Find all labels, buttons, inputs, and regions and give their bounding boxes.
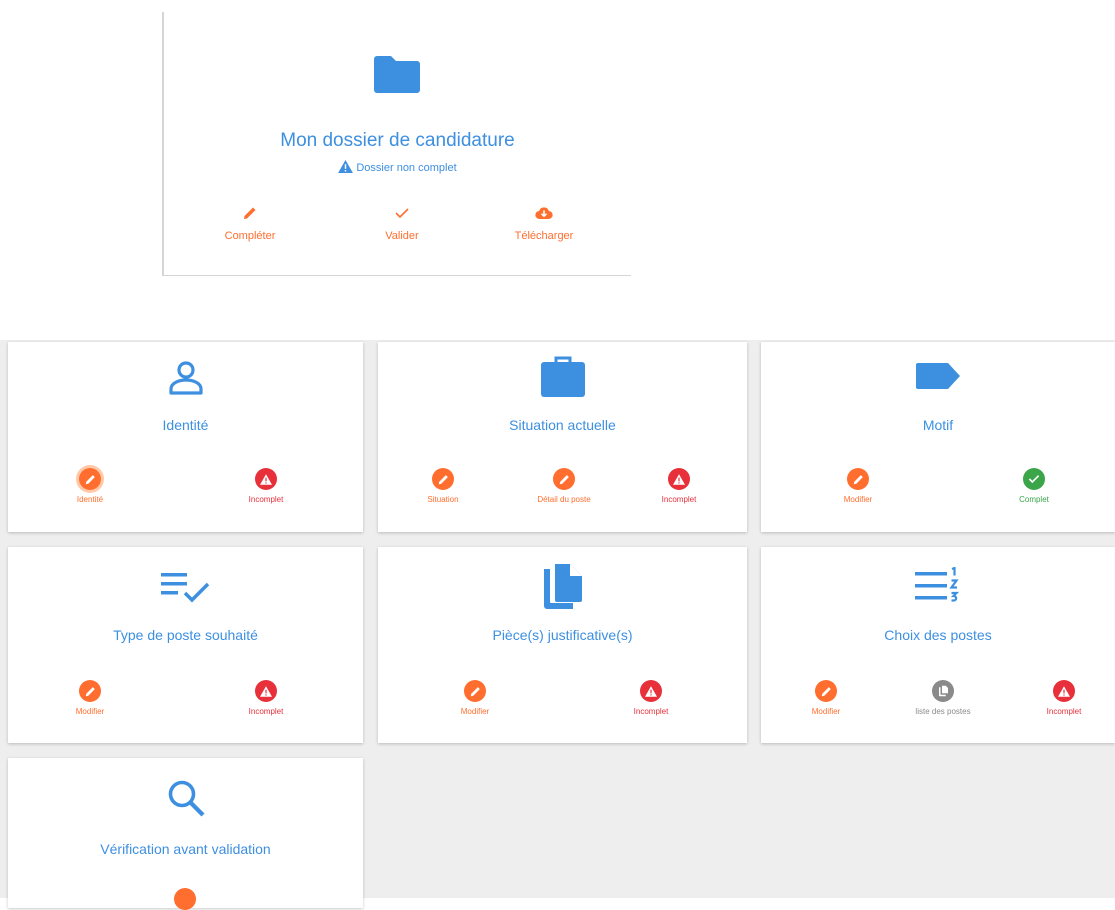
action-label: Modifier [843,495,873,504]
check-icon [395,208,409,219]
card-situation: Situation actuelle Situation Détail du p… [378,342,747,532]
motif-edit-button[interactable]: Modifier [813,468,903,504]
action-label: Incomplet [661,495,697,504]
action-label: liste des postes [915,707,971,716]
ordered-list-icon [915,567,960,602]
action-label: Complet [1019,495,1049,504]
dossier-card: Mon dossier de candidature Dossier non c… [162,12,631,276]
validate-dossier-label: Valider [385,230,419,242]
verification-button[interactable] [140,888,230,910]
search-icon [168,780,204,817]
action-label: Modifier [460,707,490,716]
download-dossier-label: Télécharger [514,230,574,242]
cloud-download-icon [535,207,553,220]
job-detail-edit-button[interactable]: Détail du poste [519,468,609,504]
identite-edit-button[interactable]: Identité [45,468,135,504]
card-title: Pièce(s) justificative(s) [492,627,633,643]
warning-icon [673,473,685,485]
copy-file-icon [543,564,582,609]
motif-status-button[interactable]: Complet [989,468,1079,504]
pencil-icon [85,474,95,484]
situation-edit-button[interactable]: Situation [398,468,488,504]
liste-postes-button[interactable]: liste des postes [898,680,988,716]
warning-icon [1058,685,1070,697]
download-dossier-button[interactable]: Télécharger [484,202,604,242]
validate-dossier-button[interactable]: Valider [342,202,462,242]
action-label: Incomplet [1046,707,1082,716]
pencil-icon [438,474,448,484]
pencil-icon [559,474,569,484]
action-label: Identité [76,495,104,504]
action-label: Détail du poste [537,495,591,504]
check-circle-icon [1028,475,1040,484]
action-label: Incomplet [248,707,284,716]
card-verification: Vérification avant validation [8,758,363,910]
folder-icon [374,56,420,93]
card-pieces: Pièce(s) justificative(s) Modifier Incom… [378,547,747,743]
action-label: Modifier [811,707,841,716]
card-title: Identité [162,417,209,433]
action-label: Incomplet [633,707,669,716]
dossier-status: Dossier non complet [164,160,631,174]
warning-icon [260,685,272,697]
warning-icon [338,160,354,173]
playlist-check-icon [160,573,209,603]
card-motif: Motif Modifier Complet [761,342,1115,532]
pencil-icon [853,474,863,484]
pencil-icon [244,207,256,219]
type-poste-edit-button[interactable]: Modifier [45,680,135,716]
action-label: Modifier [75,707,105,716]
card-title: Type de poste souhaité [113,627,258,643]
pencil-icon [85,686,95,696]
warning-icon [645,685,657,697]
card-title: Choix des postes [884,627,992,643]
pieces-edit-button[interactable]: Modifier [430,680,520,716]
briefcase-icon [540,356,585,397]
card-title: Situation actuelle [509,417,616,433]
pencil-icon [470,686,480,696]
action-label: Situation [427,495,459,504]
warning-icon [260,473,272,485]
situation-status-button[interactable]: Incomplet [634,468,724,504]
dossier-title: Mon dossier de candidature [280,130,515,151]
card-title: Vérification avant validation [100,841,271,857]
dossier-status-text: Dossier non complet [356,162,457,174]
card-title: Motif [922,417,954,433]
card-type-poste: Type de poste souhaité Modifier Incomple… [8,547,363,743]
card-identite: Identité Identité Incomplet [8,342,363,532]
person-icon [168,361,203,395]
pieces-status-button[interactable]: Incomplet [606,680,696,716]
identite-status-button[interactable]: Incomplet [221,468,311,504]
action-label: Incomplet [248,495,284,504]
pencil-icon [821,686,831,696]
type-poste-status-button[interactable]: Incomplet [221,680,311,716]
complete-dossier-label: Compléter [224,230,276,242]
label-icon [916,363,960,389]
copy-icon [938,685,948,697]
complete-dossier-button[interactable]: Compléter [190,202,310,242]
card-choix-postes: Choix des postes Modifier liste des post… [761,547,1115,743]
choix-edit-button[interactable]: Modifier [781,680,871,716]
choix-status-button[interactable]: Incomplet [1019,680,1109,716]
